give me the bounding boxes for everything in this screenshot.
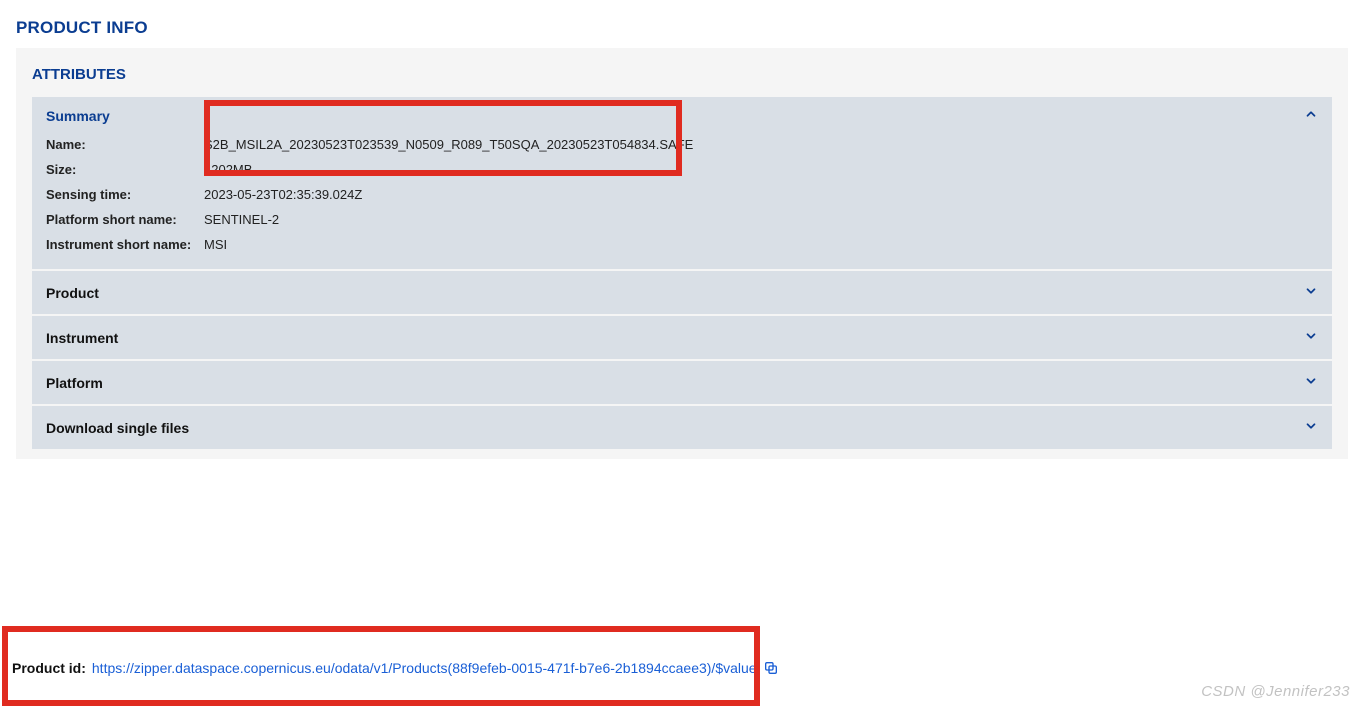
summary-header-title: Summary [46,108,110,124]
summary-label: Platform short name: [46,212,204,227]
summary-row-instrument: Instrument short name: MSI [46,232,1318,257]
chevron-down-icon [1304,419,1318,436]
accordion-platform[interactable]: Platform [32,361,1332,404]
summary-label: Size: [46,162,204,177]
summary-rows: Name: S2B_MSIL2A_20230523T023539_N0509_R… [32,132,1332,263]
summary-label: Sensing time: [46,187,204,202]
page-title: PRODUCT INFO [0,0,1364,48]
product-id-row: Product id: https://zipper.dataspace.cop… [0,630,1364,698]
summary-row-sensing-time: Sensing time: 2023-05-23T02:35:39.024Z [46,182,1318,207]
accordion-product[interactable]: Product [32,271,1332,314]
summary-row-platform: Platform short name: SENTINEL-2 [46,207,1318,232]
product-id-link[interactable]: https://zipper.dataspace.copernicus.eu/o… [92,660,757,676]
chevron-down-icon [1304,374,1318,391]
accordion-download-single-files[interactable]: Download single files [32,406,1332,449]
attributes-panel: ATTRIBUTES Summary Name: S2B_MSIL2A_2023… [16,48,1348,459]
accordion-instrument[interactable]: Instrument [32,316,1332,359]
chevron-down-icon [1304,329,1318,346]
summary-value-instrument: MSI [204,237,227,252]
summary-value-size: 1202MB [204,162,252,177]
attributes-title: ATTRIBUTES [24,60,1340,97]
summary-value-name: S2B_MSIL2A_20230523T023539_N0509_R089_T5… [204,137,693,152]
summary-row-name: Name: S2B_MSIL2A_20230523T023539_N0509_R… [46,132,1318,157]
summary-value-sensing-time: 2023-05-23T02:35:39.024Z [204,187,362,202]
summary-label: Instrument short name: [46,237,204,252]
summary-accordion: Summary Name: S2B_MSIL2A_20230523T023539… [32,97,1332,269]
summary-header[interactable]: Summary [32,97,1332,132]
product-id-container: Product id: https://zipper.dataspace.cop… [0,630,1364,698]
copy-icon[interactable] [763,660,779,676]
accordion-label: Download single files [46,420,189,436]
chevron-up-icon [1304,107,1318,124]
summary-value-platform: SENTINEL-2 [204,212,279,227]
summary-row-size: Size: 1202MB [46,157,1318,182]
accordion-label: Instrument [46,330,118,346]
summary-label: Name: [46,137,204,152]
chevron-down-icon [1304,284,1318,301]
accordion-label: Product [46,285,99,301]
product-id-label: Product id: [12,660,86,676]
accordion-label: Platform [46,375,103,391]
